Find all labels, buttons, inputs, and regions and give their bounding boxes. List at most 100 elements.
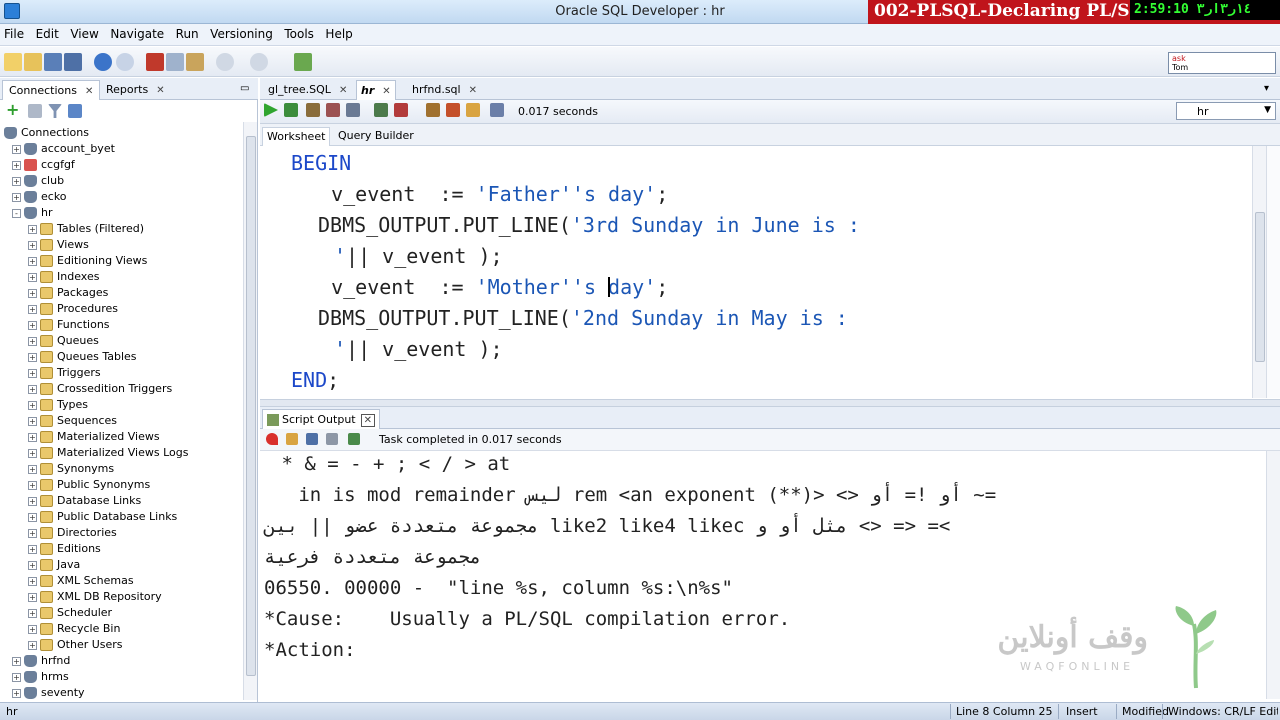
pin-icon[interactable] (266, 433, 278, 445)
tree-item[interactable]: + hrms (12, 670, 69, 686)
expand-icon[interactable]: + (28, 368, 37, 378)
open-icon[interactable] (24, 53, 42, 71)
expand-icon[interactable]: + (28, 560, 37, 570)
save-all-icon[interactable] (64, 53, 82, 71)
connection-select[interactable]: hr ▼ (1176, 102, 1276, 120)
add-connection-icon[interactable]: + (6, 102, 22, 119)
scrollbar-thumb[interactable] (1255, 212, 1265, 362)
minimize-icon[interactable]: ▭ (234, 80, 255, 100)
schema-browser-icon[interactable] (68, 104, 82, 118)
expand-icon[interactable]: + (28, 224, 37, 234)
undo-icon[interactable] (94, 53, 112, 71)
tree-item[interactable]: + Indexes (28, 270, 99, 286)
expand-icon[interactable]: + (28, 400, 37, 410)
clear-output-icon[interactable] (286, 433, 298, 445)
tree-item[interactable]: + Sequences (28, 414, 117, 430)
tree-scrollbar[interactable] (243, 122, 257, 700)
expand-icon[interactable]: + (28, 256, 37, 266)
output-option-icon[interactable] (348, 433, 360, 445)
tree-item[interactable]: + Views (28, 238, 89, 254)
tree-item[interactable]: + hrfnd (12, 654, 70, 670)
tree-item[interactable]: + Database Links (28, 494, 141, 510)
expand-icon[interactable]: + (28, 544, 37, 554)
close-icon[interactable]: ✕ (156, 85, 164, 96)
connection-wizard-icon[interactable] (294, 53, 312, 71)
expand-icon[interactable]: + (28, 320, 37, 330)
tree-item[interactable]: + Directories (28, 526, 117, 542)
close-icon[interactable]: ✕ (360, 414, 376, 427)
cut-icon[interactable] (146, 53, 164, 71)
tree-item[interactable]: + Public Synonyms (28, 478, 150, 494)
tree-item[interactable]: + Queues Tables (28, 350, 137, 366)
menu-run[interactable]: Run (172, 24, 203, 41)
expand-icon[interactable]: + (28, 304, 37, 314)
menu-help[interactable]: Help (321, 24, 356, 41)
tree-item[interactable]: + Public Database Links (28, 510, 177, 526)
menu-view[interactable]: View (66, 24, 102, 41)
tree-item[interactable]: + Tables (Filtered) (28, 222, 144, 238)
sql-editor[interactable]: BEGIN v_event := 'Father''s day'; DBMS_O… (262, 146, 1266, 398)
expand-icon[interactable]: + (12, 672, 21, 682)
expand-icon[interactable]: + (28, 512, 37, 522)
tree-item[interactable]: + Recycle Bin (28, 622, 120, 638)
tree-item[interactable]: + Materialized Views (28, 430, 160, 446)
tree-item[interactable]: + Scheduler (28, 606, 112, 622)
expand-icon[interactable]: + (28, 432, 37, 442)
expand-icon[interactable]: + (28, 576, 37, 586)
tree-item[interactable]: + Editions (28, 542, 101, 558)
expand-icon[interactable]: + (28, 288, 37, 298)
tree-item[interactable]: + Procedures (28, 302, 118, 318)
forward-icon[interactable] (250, 53, 268, 71)
rollback-icon[interactable] (326, 103, 340, 117)
expand-icon[interactable]: + (28, 528, 37, 538)
tree-item[interactable]: + club (12, 174, 64, 190)
filter-icon[interactable] (48, 104, 62, 118)
close-icon[interactable]: ✕ (339, 85, 347, 96)
tree-item[interactable]: + ecko (12, 190, 67, 206)
tree-item[interactable]: + Queues (28, 334, 99, 350)
expand-icon[interactable]: + (28, 592, 37, 602)
tab-worksheet[interactable]: Worksheet (262, 127, 331, 146)
tree-item[interactable]: + Triggers (28, 366, 101, 382)
tree-item[interactable]: + Other Users (28, 638, 123, 654)
expand-icon[interactable]: + (28, 416, 37, 426)
tree-item[interactable]: + Crossedition Triggers (28, 382, 172, 398)
expand-icon[interactable]: + (28, 608, 37, 618)
expand-icon[interactable]: + (12, 656, 21, 666)
tree-item[interactable]: + XML Schemas (28, 574, 134, 590)
commit-changes-icon[interactable] (374, 103, 388, 117)
tab-gl-tree[interactable]: gl_tree.SQL ✕ (264, 80, 351, 100)
tab-hr[interactable]: hr ✕ (356, 80, 396, 100)
unshared-sql-icon[interactable] (446, 103, 460, 117)
autotrace-icon[interactable] (490, 103, 504, 117)
tree-item[interactable]: + Functions (28, 318, 110, 334)
expand-icon[interactable]: + (28, 624, 37, 634)
tree-item[interactable]: + XML DB Repository (28, 590, 162, 606)
tree-item[interactable]: + Types (28, 398, 88, 414)
ask-tom-search[interactable]: ask Tom (1168, 52, 1276, 74)
editor-scrollbar[interactable] (1252, 146, 1266, 398)
collapse-icon[interactable]: - (12, 208, 21, 218)
tab-connections[interactable]: Connections ✕ (2, 80, 101, 100)
expand-icon[interactable]: + (28, 640, 37, 650)
refresh-icon[interactable] (28, 104, 42, 118)
menu-tools[interactable]: Tools (280, 24, 318, 41)
paste-icon[interactable] (186, 53, 204, 71)
expand-icon[interactable]: + (28, 240, 37, 250)
save-output-icon[interactable] (306, 433, 318, 445)
commit-icon[interactable] (306, 103, 320, 117)
clear-icon[interactable] (466, 103, 480, 117)
tree-item[interactable]: + Materialized Views Logs (28, 446, 188, 462)
menu-file[interactable]: File (0, 24, 28, 41)
close-icon[interactable]: ✕ (469, 85, 477, 96)
output-scrollbar[interactable] (1266, 451, 1280, 699)
save-icon[interactable] (44, 53, 62, 71)
menu-versioning[interactable]: Versioning (206, 24, 277, 41)
expand-icon[interactable]: + (28, 384, 37, 394)
expand-icon[interactable]: + (28, 496, 37, 506)
expand-icon[interactable]: + (28, 272, 37, 282)
expand-icon[interactable]: + (28, 464, 37, 474)
new-icon[interactable] (4, 53, 22, 71)
tree-item[interactable]: + Java (28, 558, 80, 574)
sql-history-icon[interactable] (426, 103, 440, 117)
